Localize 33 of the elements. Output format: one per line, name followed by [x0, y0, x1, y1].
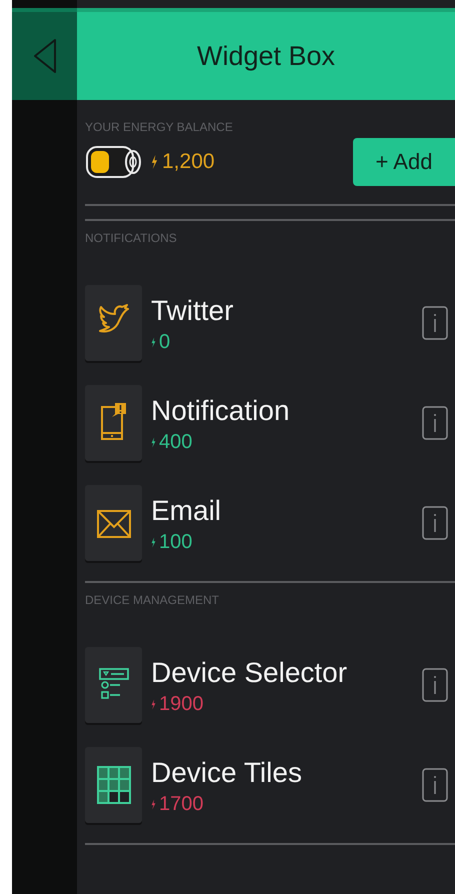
section-label: NOTIFICATIONS	[85, 231, 178, 245]
bolt-icon	[151, 155, 158, 169]
bolt-icon	[151, 436, 156, 448]
battery-icon	[85, 144, 143, 180]
info-icon[interactable]	[422, 768, 448, 802]
bolt-icon	[151, 336, 156, 348]
widget-name: Email	[151, 494, 222, 528]
widget-name: Twitter	[151, 294, 234, 328]
section-label: YOUR ENERGY BALANCE	[85, 120, 234, 134]
widget-name: Notification	[151, 394, 291, 428]
widget-cost: 1900	[159, 692, 204, 716]
bolt-icon	[151, 536, 156, 548]
bolt-icon	[151, 798, 156, 810]
energy-amount: 1,200	[162, 150, 215, 174]
screen-title: Widget Box	[196, 40, 336, 72]
widget-tile[interactable]	[85, 285, 142, 361]
widget-cost: 1700	[159, 792, 204, 816]
widget-name: Device Tiles	[151, 756, 303, 790]
widget-tile[interactable]	[85, 647, 142, 723]
info-icon[interactable]	[422, 506, 448, 540]
bolt-icon	[151, 698, 156, 710]
section-label: DEVICE MANAGEMENT	[85, 593, 220, 607]
widget-tile[interactable]	[85, 485, 142, 561]
info-icon[interactable]	[422, 668, 448, 702]
add-button[interactable]: + Add	[353, 138, 455, 186]
widget-name: Device Selector	[151, 656, 348, 690]
widget-cost: 100	[159, 530, 192, 554]
widget-cost: 0	[159, 330, 170, 354]
widget-cost: 400	[159, 430, 192, 454]
widget-tile[interactable]	[85, 385, 142, 461]
info-icon[interactable]	[422, 306, 448, 340]
info-icon[interactable]	[422, 406, 448, 440]
widget-tile[interactable]	[85, 747, 142, 823]
